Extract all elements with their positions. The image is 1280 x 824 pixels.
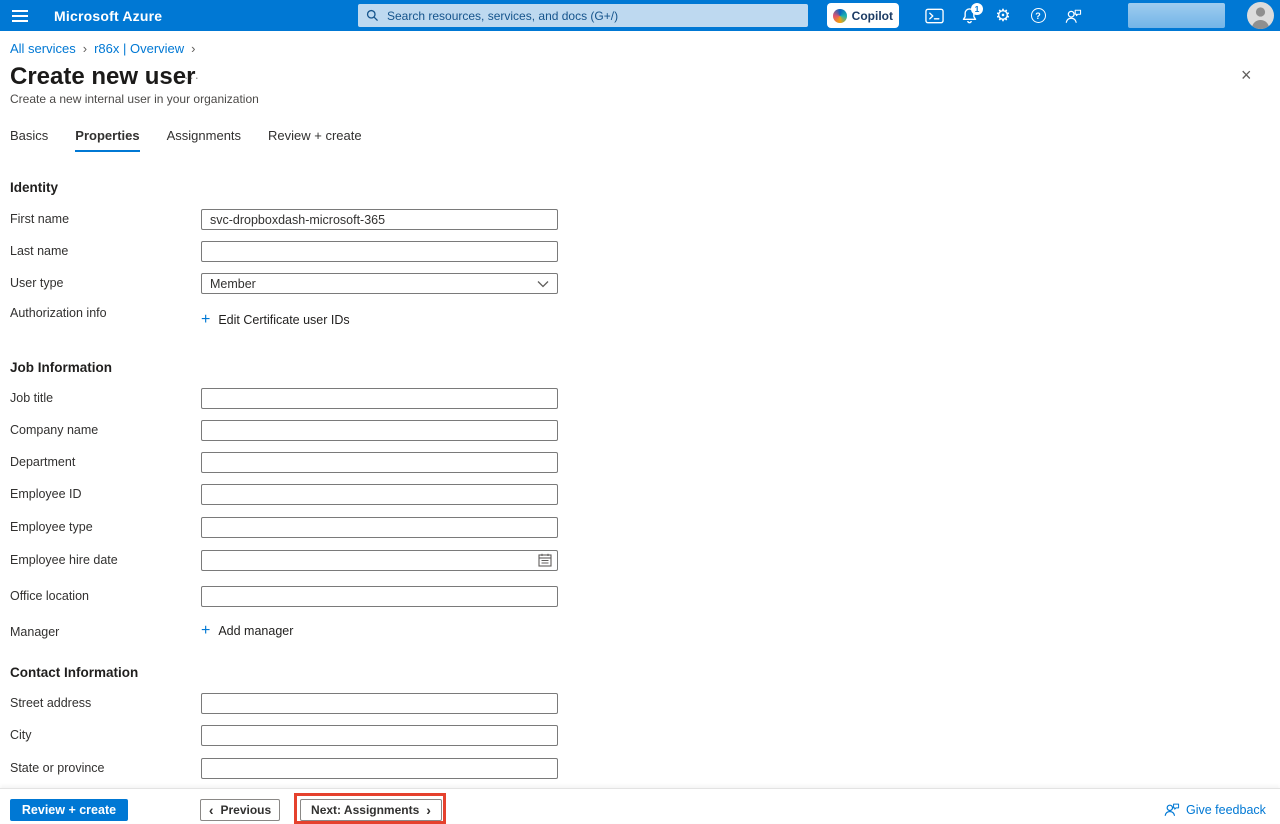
form-row-employee-id: Employee ID: [10, 484, 558, 505]
global-search[interactable]: [358, 4, 808, 27]
notification-badge: 1: [971, 3, 983, 15]
form-row-employee-type: Employee type: [10, 517, 558, 538]
user-type-value: Member: [210, 277, 256, 291]
form-row-job-title: Job title: [10, 388, 558, 409]
department-label: Department: [10, 452, 201, 469]
employee-hire-date-label: Employee hire date: [10, 550, 201, 567]
first-name-input[interactable]: [201, 209, 558, 230]
app-title[interactable]: Microsoft Azure: [54, 8, 162, 24]
plus-icon: +: [201, 624, 210, 638]
form-row-user-type: User type Member: [10, 273, 558, 294]
form-row-state-or-province: State or province: [10, 758, 558, 779]
tab-basics[interactable]: Basics: [10, 128, 48, 152]
breadcrumb-separator-icon: ›: [83, 41, 87, 56]
job-title-label: Job title: [10, 388, 201, 405]
chevron-right-icon: ›: [426, 803, 431, 817]
street-address-input[interactable]: [201, 693, 558, 714]
breadcrumb: All services › r86x | Overview ›: [10, 41, 196, 56]
page-title: Create new user: [10, 63, 195, 91]
job-title-input[interactable]: [201, 388, 558, 409]
chevron-left-icon: ‹: [209, 803, 214, 817]
employee-hire-date-input[interactable]: [201, 550, 558, 571]
avatar[interactable]: [1247, 2, 1274, 29]
page-subtitle: Create a new internal user in your organ…: [10, 92, 259, 106]
state-or-province-label: State or province: [10, 758, 201, 775]
employee-type-label: Employee type: [10, 517, 201, 534]
user-type-select[interactable]: Member: [201, 273, 558, 294]
office-location-label: Office location: [10, 586, 201, 603]
copilot-label: Copilot: [852, 9, 893, 23]
footer-bar: Review + create ‹ Previous Next: Assignm…: [0, 788, 1280, 823]
company-name-input[interactable]: [201, 420, 558, 441]
section-contact-information: Contact Information: [10, 665, 138, 680]
tab-properties[interactable]: Properties: [75, 128, 139, 152]
form-row-city: City: [10, 725, 558, 746]
form-row-office-location: Office location: [10, 586, 558, 607]
section-identity: Identity: [10, 180, 58, 195]
top-bar: Microsoft Azure Copilot 1 ⚙ ?: [0, 0, 1280, 31]
close-icon[interactable]: ×: [1241, 66, 1252, 84]
next-assignments-button[interactable]: Next: Assignments ›: [300, 799, 442, 821]
feedback-icon: [1163, 802, 1180, 817]
employee-id-label: Employee ID: [10, 484, 201, 501]
help-icon[interactable]: ?: [1021, 0, 1055, 31]
edit-certificate-user-ids-link[interactable]: + Edit Certificate user IDs: [201, 313, 350, 327]
add-manager-link[interactable]: + Add manager: [201, 624, 293, 638]
state-or-province-input[interactable]: [201, 758, 558, 779]
street-address-label: Street address: [10, 693, 201, 710]
section-job-information: Job Information: [10, 360, 112, 375]
authorization-info-label: Authorization info: [10, 303, 201, 320]
form-row-first-name: First name: [10, 209, 558, 230]
breadcrumb-overview[interactable]: r86x | Overview: [94, 41, 184, 56]
company-name-label: Company name: [10, 420, 201, 437]
tab-review-create[interactable]: Review + create: [268, 128, 362, 152]
form-row-street-address: Street address: [10, 693, 558, 714]
city-input[interactable]: [201, 725, 558, 746]
calendar-icon[interactable]: [538, 553, 552, 572]
copilot-icon: [833, 9, 847, 23]
give-feedback-link[interactable]: Give feedback: [1163, 802, 1266, 817]
cloud-shell-icon[interactable]: [917, 0, 951, 31]
tab-assignments[interactable]: Assignments: [167, 128, 241, 152]
department-input[interactable]: [201, 452, 558, 473]
settings-gear-icon[interactable]: ⚙: [986, 0, 1020, 31]
last-name-input[interactable]: [201, 241, 558, 262]
form-row-department: Department: [10, 452, 558, 473]
review-create-button[interactable]: Review + create: [10, 799, 128, 821]
account-info-redacted[interactable]: [1128, 3, 1225, 28]
form-row-company-name: Company name: [10, 420, 558, 441]
copilot-button[interactable]: Copilot: [827, 3, 899, 28]
breadcrumb-separator-icon: ›: [191, 41, 195, 56]
hamburger-menu-icon[interactable]: [0, 0, 40, 31]
plus-icon: +: [201, 313, 210, 327]
employee-id-input[interactable]: [201, 484, 558, 505]
user-type-label: User type: [10, 273, 201, 290]
form-row-manager: Manager + Add manager: [10, 622, 293, 639]
last-name-label: Last name: [10, 241, 201, 258]
more-options-ellipsis-icon[interactable]: ···: [184, 70, 200, 85]
first-name-label: First name: [10, 209, 201, 226]
feedback-icon[interactable]: [1056, 0, 1090, 31]
search-icon: [366, 9, 379, 22]
wizard-tabs: Basics Properties Assignments Review + c…: [10, 128, 362, 152]
previous-button[interactable]: ‹ Previous: [200, 799, 280, 821]
city-label: City: [10, 725, 201, 742]
form-row-authorization-info: Authorization info + Edit Certificate us…: [10, 303, 350, 327]
form-row-last-name: Last name: [10, 241, 558, 262]
manager-label: Manager: [10, 622, 201, 639]
search-input[interactable]: [385, 8, 800, 24]
office-location-input[interactable]: [201, 586, 558, 607]
notifications-bell-icon[interactable]: 1: [952, 0, 986, 31]
chevron-down-icon: [537, 280, 549, 288]
employee-type-input[interactable]: [201, 517, 558, 538]
breadcrumb-all-services[interactable]: All services: [10, 41, 76, 56]
person-icon: [1247, 2, 1274, 29]
form-row-employee-hire-date: Employee hire date: [10, 550, 558, 571]
